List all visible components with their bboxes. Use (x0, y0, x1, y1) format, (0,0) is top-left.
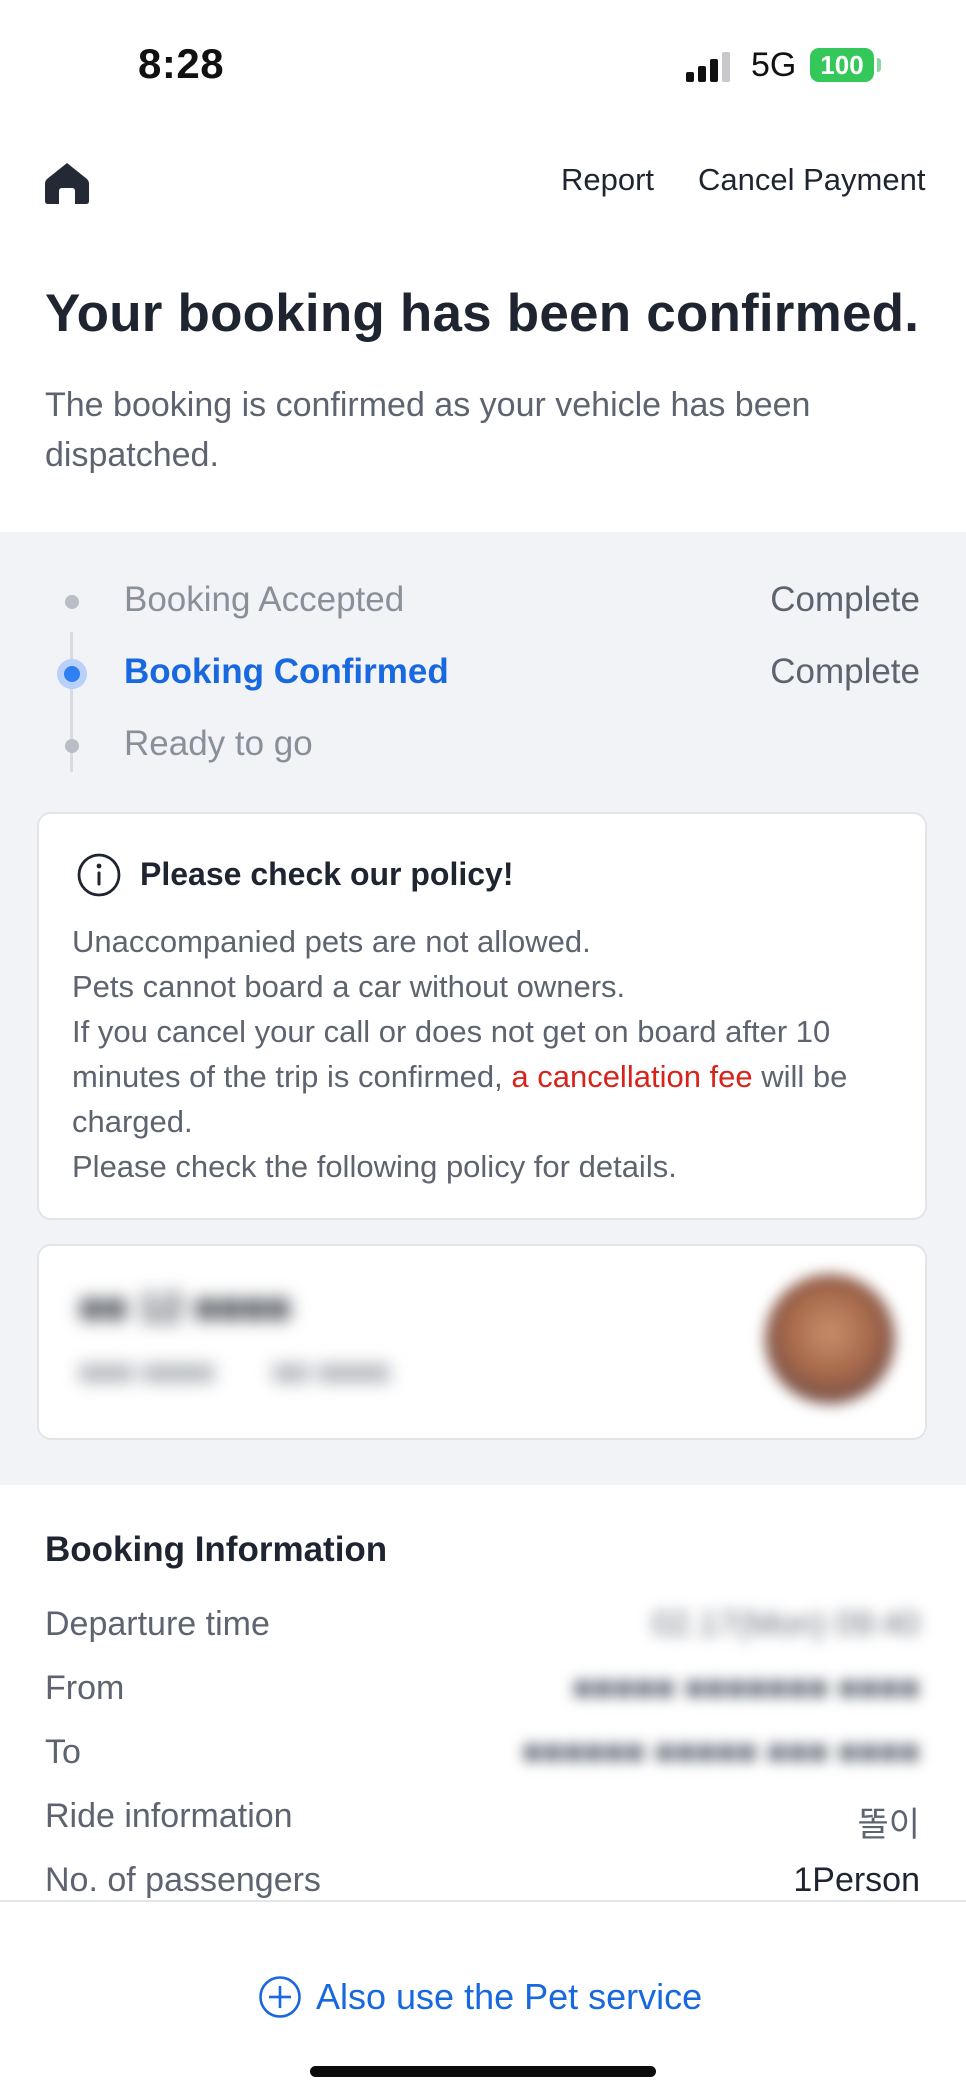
info-row-ride-information: Ride information 똘이 (0, 1797, 966, 1853)
info-row-to: To ■■■■■■ ■■■■■ ■■■ ■■■■ (0, 1733, 966, 1789)
policy-card: Please check our policy! Unaccompanied p… (37, 812, 927, 1220)
driver-card[interactable]: ■■ 12 ■■■■ ■■■ ■■■■ ■■ ■■■■ (37, 1244, 927, 1440)
network-type: 5G (751, 46, 797, 84)
status-bar: 8:28 5G 100 (0, 0, 966, 120)
plus-circle-icon (259, 1976, 301, 2018)
policy-body: Unaccompanied pets are not allowed. Pets… (72, 919, 912, 1189)
info-value: ■■■■■■ ■■■■■ ■■■ ■■■■ (522, 1733, 920, 1771)
status-time: 8:28 (138, 40, 225, 87)
driver-meta: ■■■ ■■■■ ■■ ■■■■ (79, 1356, 440, 1390)
info-row-from: From ■■■■■ ■■■■■■■ ■■■■ (0, 1669, 966, 1725)
section-heading: Booking Information (45, 1530, 388, 1569)
avatar (765, 1274, 895, 1404)
pet-service-button[interactable]: Also use the Pet service (258, 1972, 702, 2022)
info-icon (77, 853, 121, 897)
home-indicator (310, 2066, 656, 2077)
info-label: To (45, 1733, 81, 1771)
step-dot (65, 739, 79, 753)
step-label: Ready to go (124, 724, 313, 763)
policy-title: Please check our policy! (140, 856, 514, 892)
info-value: 02.17(Mon) 09:40 (651, 1605, 920, 1643)
pet-service-label: Also use the Pet service (316, 1976, 703, 2017)
policy-line: Pets cannot board a car without owners. (72, 969, 626, 1004)
cancel-payment-button[interactable]: Cancel Payment (698, 162, 925, 198)
step-dot (65, 595, 79, 609)
info-value: 똘이 (857, 1806, 920, 1844)
driver-plate: ■■ ■■■■ (272, 1356, 390, 1389)
step-status: Complete (770, 652, 920, 691)
policy-line-cancellation: If you cancel your call or does not get … (72, 1009, 912, 1144)
policy-line: Please check the following policy for de… (72, 1149, 677, 1184)
battery-icon: 100 (810, 48, 874, 82)
cancellation-fee-text: a cancellation fee (511, 1059, 753, 1094)
info-value: 1Person (793, 1861, 920, 1899)
driver-car: ■■■ ■■■■ (79, 1356, 215, 1389)
report-button[interactable]: Report (561, 162, 654, 198)
info-label: No. of passengers (45, 1861, 321, 1899)
info-label: From (45, 1669, 125, 1707)
booking-status-section: Booking Accepted Complete Booking Confir… (0, 532, 966, 1485)
driver-name: ■■ 12 ■■■■ (79, 1286, 291, 1330)
home-icon[interactable] (44, 160, 90, 206)
info-label: Ride information (45, 1797, 293, 1835)
step-booking-accepted: Booking Accepted Complete (0, 572, 966, 632)
step-booking-confirmed: Booking Confirmed Complete (0, 644, 966, 704)
step-label: Booking Accepted (124, 580, 405, 619)
step-ready-to-go: Ready to go (0, 716, 966, 776)
top-nav: Report Cancel Payment (0, 140, 966, 220)
policy-line: Unaccompanied pets are not allowed. (72, 924, 591, 959)
step-label: Booking Confirmed (124, 652, 449, 691)
info-value: ■■■■■ ■■■■■■■ ■■■■ (572, 1669, 920, 1707)
battery-tip (877, 58, 881, 72)
signal-strength-icon (686, 52, 730, 82)
info-row-departure: Departure time 02.17(Mon) 09:40 (0, 1605, 966, 1661)
step-dot-active (57, 659, 87, 689)
info-label: Departure time (45, 1605, 270, 1643)
page-title: Your booking has been confirmed. (45, 284, 920, 343)
page-subtitle: The booking is confirmed as your vehicle… (45, 386, 811, 474)
step-status: Complete (770, 580, 920, 619)
